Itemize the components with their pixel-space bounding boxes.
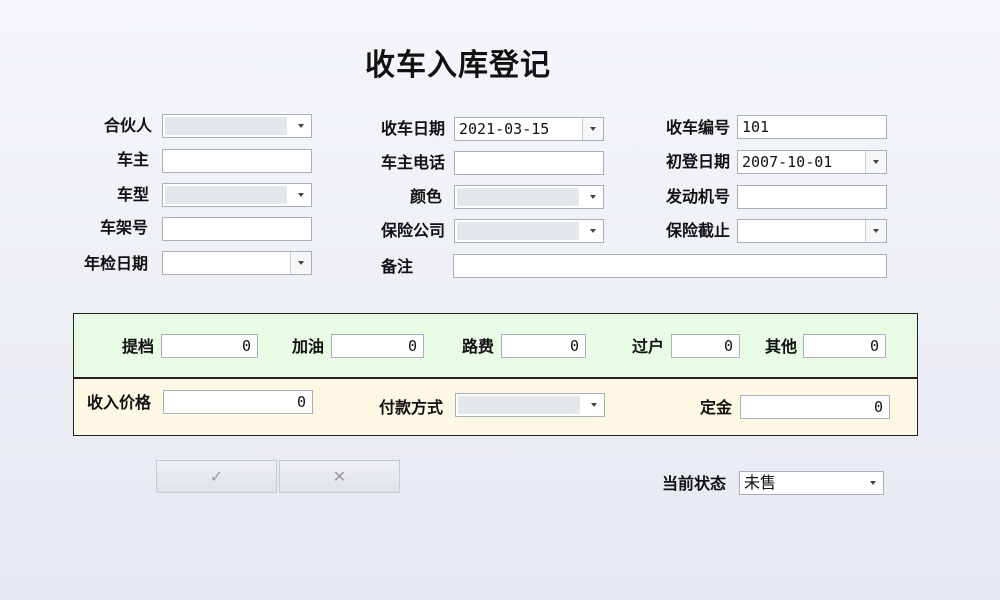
model-label: 车型	[117, 185, 150, 204]
status-select[interactable]: 未售	[739, 471, 884, 495]
purchase-date-label: 收车日期	[381, 119, 446, 138]
first-reg-date-value: 2007-10-01	[742, 153, 833, 171]
model-select[interactable]	[162, 183, 312, 207]
chevron-down-icon[interactable]	[865, 151, 886, 173]
cancel-button[interactable]: ✕	[279, 460, 400, 493]
owner-field[interactable]	[162, 149, 312, 173]
remark-field[interactable]	[453, 254, 887, 278]
payment-method-label: 付款方式	[379, 398, 444, 417]
income-price-label: 收入价格	[87, 393, 152, 412]
remark-label: 备注	[381, 257, 414, 276]
fuel-label: 加油	[292, 337, 325, 356]
chevron-down-icon[interactable]	[290, 252, 311, 274]
partner-label: 合伙人	[104, 116, 153, 135]
income-price-field[interactable]: 0	[163, 390, 313, 414]
chevron-down-icon[interactable]	[584, 394, 604, 416]
other-cost-label: 其他	[765, 337, 798, 356]
vin-field[interactable]	[162, 217, 312, 241]
inspection-date-picker[interactable]	[162, 251, 312, 275]
transfer-label: 过户	[632, 337, 665, 356]
engine-number-label: 发动机号	[666, 187, 731, 206]
transfer-field[interactable]: 0	[671, 334, 740, 358]
toll-label: 路费	[462, 337, 495, 356]
deposit-label: 定金	[700, 398, 733, 417]
owner-phone-label: 车主电话	[381, 153, 446, 172]
insurance-end-label: 保险截止	[666, 221, 731, 240]
chevron-down-icon[interactable]	[583, 186, 603, 208]
status-value: 未售	[744, 473, 777, 492]
page-title: 收车入库登记	[365, 48, 551, 83]
first-reg-date-picker[interactable]: 2007-10-01	[737, 150, 887, 174]
chevron-down-icon[interactable]	[863, 472, 883, 494]
check-icon: ✓	[209, 467, 224, 486]
engine-number-field[interactable]	[737, 185, 887, 209]
fuel-field[interactable]: 0	[331, 334, 424, 358]
chevron-down-icon[interactable]	[865, 220, 886, 242]
tidang-label: 提档	[122, 337, 155, 356]
vehicle-number-field[interactable]: 101	[737, 115, 887, 139]
owner-phone-field[interactable]	[454, 151, 604, 175]
insurer-select[interactable]	[454, 219, 604, 243]
other-cost-field[interactable]: 0	[803, 334, 886, 358]
purchase-date-picker[interactable]: 2021-03-15	[454, 117, 604, 141]
first-reg-date-label: 初登日期	[666, 152, 731, 171]
insurer-label: 保险公司	[381, 221, 446, 240]
status-label: 当前状态	[662, 474, 727, 493]
close-icon: ✕	[332, 467, 347, 486]
inspection-date-label: 年检日期	[84, 254, 149, 273]
toll-field[interactable]: 0	[501, 334, 586, 358]
chevron-down-icon[interactable]	[583, 220, 603, 242]
partner-select[interactable]	[162, 114, 312, 138]
insurance-end-picker[interactable]	[737, 219, 887, 243]
color-select[interactable]	[454, 185, 604, 209]
chevron-down-icon[interactable]	[291, 184, 311, 206]
confirm-button[interactable]: ✓	[156, 460, 277, 493]
tidang-field[interactable]: 0	[161, 334, 258, 358]
chevron-down-icon[interactable]	[582, 118, 603, 140]
deposit-field[interactable]: 0	[740, 395, 890, 419]
chevron-down-icon[interactable]	[291, 115, 311, 137]
payment-method-select[interactable]	[455, 393, 605, 417]
vin-label: 车架号	[100, 218, 149, 237]
color-label: 颜色	[410, 187, 443, 206]
owner-label: 车主	[117, 150, 150, 169]
vehicle-number-label: 收车编号	[666, 118, 731, 137]
purchase-date-value: 2021-03-15	[459, 120, 550, 138]
